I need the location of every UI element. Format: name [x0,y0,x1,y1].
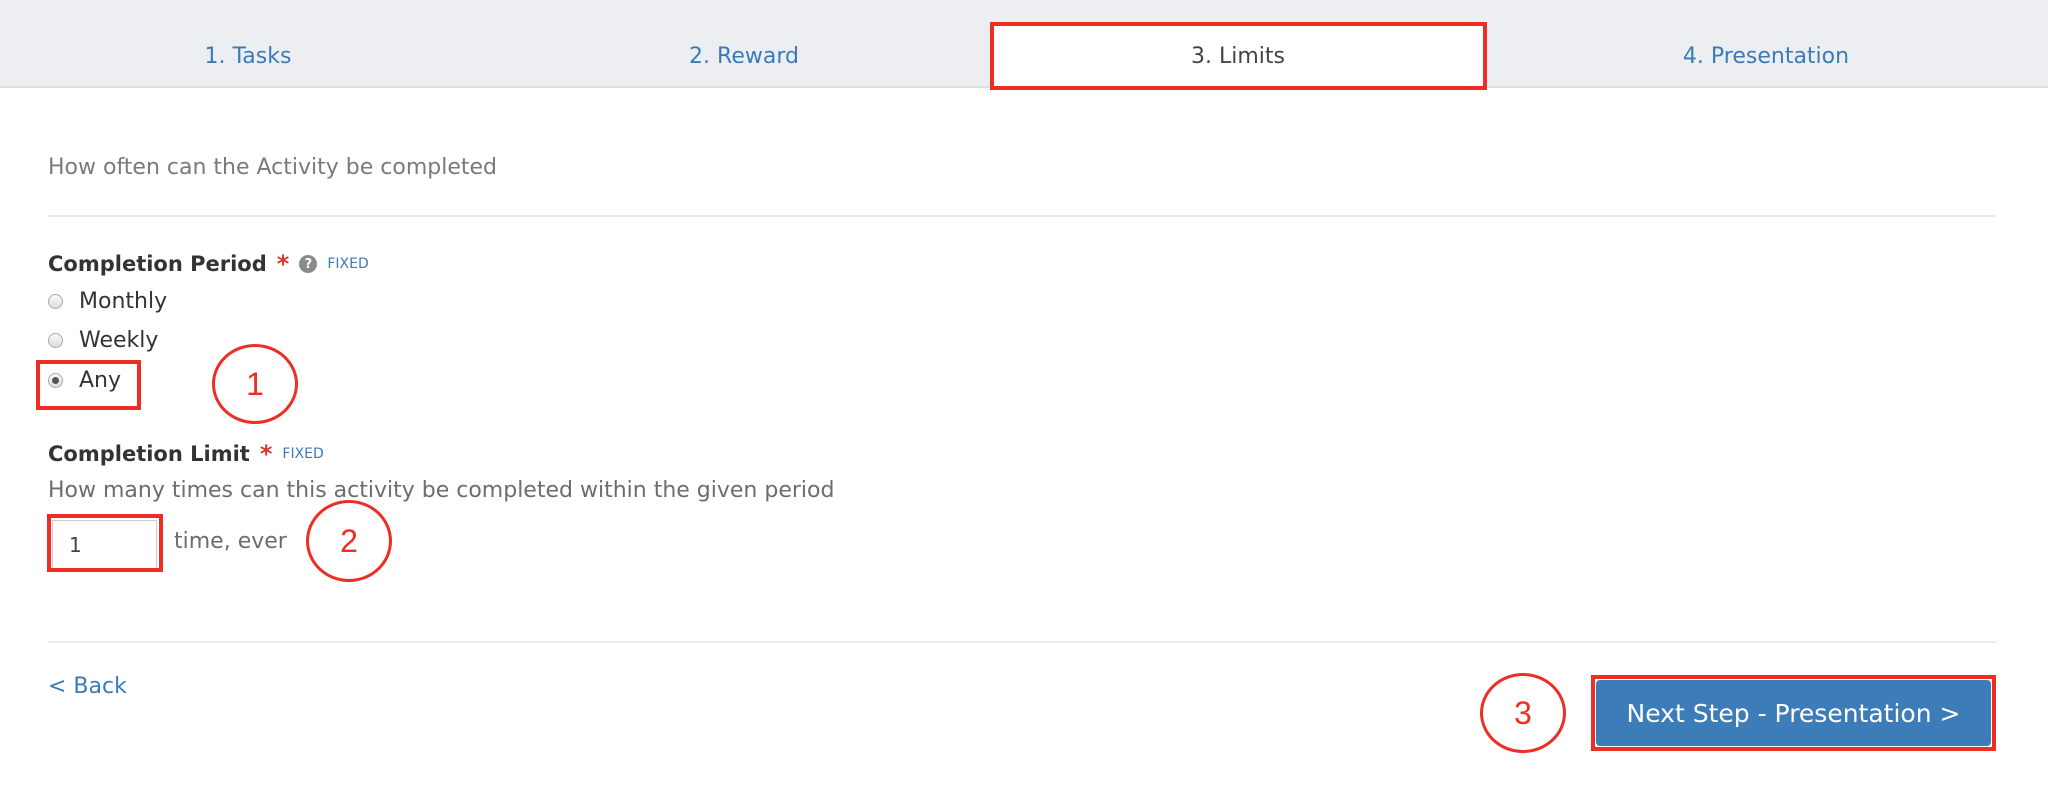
completion-period-title: Completion Period [48,252,267,276]
radio-label: Weekly [79,328,159,353]
wizard-tab-bar: 1. Tasks 2. Reward 3. Limits 4. Presenta… [0,0,2048,88]
completion-period-label: Completion Period * ? FIXED [48,250,369,278]
radio-button[interactable] [48,294,63,309]
tab-presentation[interactable]: 4. Presentation [1484,26,2048,86]
radio-label: Any [79,368,122,393]
completion-limit-label: Completion Limit * FIXED [48,440,324,468]
fixed-badge: FIXED [327,256,369,272]
radio-label: Monthly [79,289,168,314]
radio-button[interactable] [48,333,63,348]
section-subtitle: How often can the Activity be completed [48,155,498,180]
completion-limit-suffix: time, ever [174,529,287,554]
footer-divider [48,641,1996,643]
radio-any[interactable]: Any [48,368,121,393]
annotation-step-2: 2 [306,500,392,582]
tab-limits[interactable]: 3. Limits [992,26,1484,86]
required-asterisk: * [276,250,290,278]
fixed-badge: FIXED [282,446,324,462]
tab-reward[interactable]: 2. Reward [496,26,992,86]
section-divider [48,215,1996,217]
completion-limit-input[interactable] [52,520,157,570]
next-step-button[interactable]: Next Step - Presentation > [1596,680,1991,746]
tab-tasks[interactable]: 1. Tasks [0,26,496,86]
question-circle-icon[interactable]: ? [299,255,318,273]
completion-limit-title: Completion Limit [48,442,250,466]
radio-weekly[interactable]: Weekly [48,328,158,353]
completion-limit-help: How many times can this activity be comp… [48,478,835,503]
back-link[interactable]: < Back [48,674,127,699]
radio-button-selected[interactable] [48,373,63,388]
annotation-step-1: 1 [212,344,298,424]
radio-monthly[interactable]: Monthly [48,289,167,314]
annotation-step-3: 3 [1480,673,1566,753]
required-asterisk: * [259,440,273,468]
